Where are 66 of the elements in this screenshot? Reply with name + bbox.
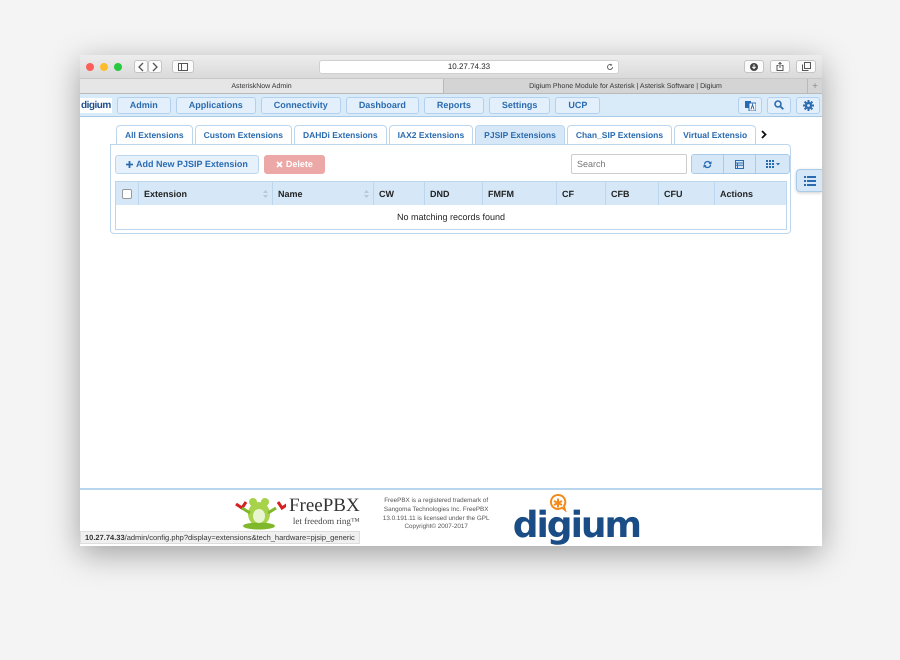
column-header: CFB <box>606 182 658 205</box>
search-field[interactable]: Search <box>571 154 687 174</box>
settings-button[interactable] <box>796 96 820 114</box>
tabs-icon <box>802 62 810 71</box>
toggle-view-button[interactable] <box>723 154 756 174</box>
extension-tab[interactable]: Virtual Extensio <box>674 125 756 144</box>
search-icon <box>774 100 784 110</box>
back-button[interactable] <box>134 60 148 73</box>
share-icon <box>776 62 784 71</box>
close-icon <box>276 160 283 168</box>
nav-menu-button[interactable]: Settings <box>488 96 550 114</box>
extension-tab[interactable]: DAHDi Extensions <box>294 125 387 144</box>
add-extension-button[interactable]: Add New PJSIP Extension <box>115 154 259 174</box>
column-header: FMFM <box>482 182 556 205</box>
close-window-dot[interactable] <box>86 62 94 70</box>
column-header: CFU <box>658 182 714 205</box>
extension-tab[interactable]: All Extensions <box>116 125 193 144</box>
search-button[interactable] <box>767 96 791 114</box>
extension-tab[interactable]: Custom Extensions <box>194 125 292 144</box>
url-text: 10.27.74.33 <box>448 62 490 71</box>
column-header: CW <box>374 182 424 205</box>
list-icon <box>804 176 816 186</box>
sidebar-icon <box>178 62 188 70</box>
plus-icon <box>126 160 133 168</box>
zoom-window-dot[interactable] <box>114 62 122 70</box>
freepbx-logo-text: FreePBX <box>288 496 360 516</box>
column-header: CF <box>556 182 606 205</box>
select-all-checkbox[interactable] <box>122 188 132 199</box>
chevron-left-icon <box>137 62 145 72</box>
column-header: Actions <box>714 182 786 205</box>
settings-icon <box>802 100 814 110</box>
download-icon <box>750 62 758 70</box>
extension-tab[interactable]: IAX2 Extensions <box>388 125 474 144</box>
refresh-icon <box>703 160 712 168</box>
forward-button[interactable] <box>148 60 162 73</box>
list-toggle-button[interactable] <box>796 169 822 192</box>
sidebar-button[interactable] <box>172 60 194 73</box>
nav-menu-button[interactable]: Connectivity <box>260 96 341 114</box>
share-button[interactable] <box>770 60 790 73</box>
extension-tab[interactable]: PJSIP Extensions <box>475 125 565 144</box>
nav-menu-button[interactable]: Reports <box>424 96 484 114</box>
translate-icon <box>744 100 756 110</box>
refresh-button[interactable] <box>691 154 724 174</box>
column-header[interactable]: Name <box>272 182 374 205</box>
nav-menu-button[interactable]: Admin <box>116 96 171 114</box>
nav-menu-button[interactable]: UCP <box>555 96 600 114</box>
extension-tab[interactable]: Chan_SIP Extensions <box>566 125 672 144</box>
table-icon <box>735 160 744 168</box>
nav-menu-button[interactable]: Dashboard <box>346 96 419 114</box>
nav-menu-button[interactable]: Applications <box>176 96 256 114</box>
empty-table-message: No matching records found <box>116 205 786 230</box>
minimize-window-dot[interactable] <box>100 62 108 70</box>
address-bar[interactable]: 10.27.74.33 <box>319 60 619 74</box>
tabs-button[interactable] <box>796 60 816 73</box>
column-header: DND <box>424 182 482 205</box>
grid-caret-icon <box>766 160 780 168</box>
reload-icon <box>606 62 614 70</box>
chevron-right-icon[interactable] <box>761 130 768 138</box>
column-header[interactable]: Extension <box>138 182 272 205</box>
language-button[interactable] <box>738 96 762 114</box>
columns-dropdown-button[interactable] <box>755 154 790 174</box>
downloads-button[interactable] <box>744 60 764 73</box>
digium-logo: digium <box>80 98 112 112</box>
digium-logo: digium <box>512 505 640 546</box>
freepbx-tagline: let freedom ring™ <box>292 516 360 526</box>
chevron-right-icon <box>151 62 159 72</box>
